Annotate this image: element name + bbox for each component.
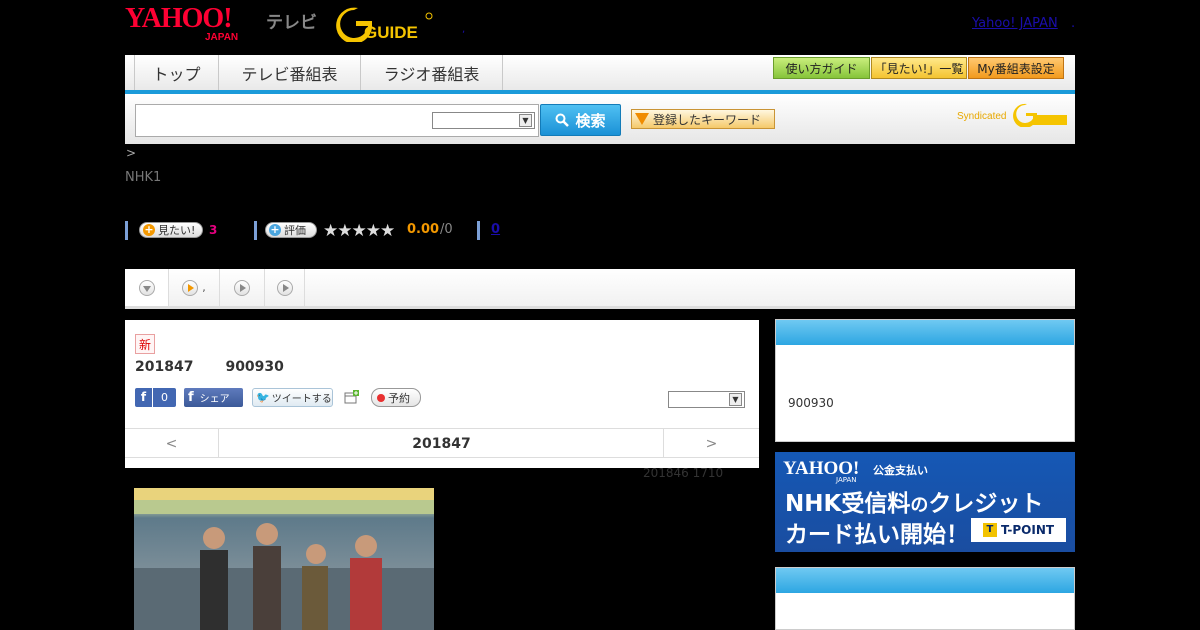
- nav-tab-radio-schedule[interactable]: ラジオ番組表: [361, 55, 503, 90]
- nhk-fee-banner[interactable]: YAHOO! JAPAN 公金支払い NHK受信料のクレジット カード払い開始！…: [775, 452, 1075, 552]
- sidebar-box-2: [775, 567, 1075, 630]
- tab-play-2[interactable]: [220, 269, 265, 306]
- divider: [477, 221, 480, 240]
- program-title: 201847 900930: [135, 359, 316, 375]
- play-circle-icon: [234, 279, 250, 296]
- divider: [254, 221, 257, 240]
- registered-keywords-label: 登録したキーワード: [653, 112, 762, 127]
- program-photo: [134, 488, 434, 630]
- banner-headline-2: カード払い開始！: [785, 522, 969, 548]
- twitter-bird-icon: 🐦: [256, 391, 270, 404]
- breadcrumb: >: [126, 146, 137, 160]
- next-episode-button[interactable]: >: [663, 429, 759, 458]
- tv-logo-text: テレビ: [266, 13, 317, 33]
- sidebar-box-header: [776, 320, 1074, 345]
- search-button[interactable]: 検索: [540, 104, 621, 136]
- tpoint-icon: T: [982, 523, 997, 537]
- triangle-down-icon: [635, 113, 649, 125]
- search-button-label: 検索: [575, 111, 606, 130]
- search-icon: [555, 113, 570, 127]
- chevron-down-icon: ▼: [729, 393, 742, 406]
- chevron-down-icon: ▼: [519, 114, 532, 127]
- search-bar: ▼ 検索 登録したキーワード Syndicated: [125, 94, 1075, 144]
- plus-icon: +: [143, 223, 155, 236]
- banner-headline-1c: クレジット: [928, 491, 1044, 517]
- search-category-select[interactable]: ▼: [432, 112, 535, 129]
- banner-japan-logo: JAPAN: [836, 476, 857, 484]
- review-label: 評価: [284, 224, 306, 237]
- nav-tab-tv-schedule[interactable]: テレビ番組表: [219, 55, 361, 90]
- divider: [125, 221, 128, 240]
- banner-subtitle: 公金支払い: [873, 464, 928, 477]
- facebook-share-button[interactable]: f シェア: [184, 388, 243, 407]
- gguide-small-logo-icon: [1013, 103, 1067, 127]
- cast-photo-image: [134, 488, 434, 630]
- want-label: 見たい!: [158, 224, 196, 237]
- japan-logo-text: JAPAN: [205, 32, 239, 43]
- tab-expand[interactable]: [125, 269, 169, 306]
- banner-headline-1: NHK受信料のクレジット: [785, 484, 1043, 518]
- program-detail-panel: 新 201847 900930 f 0 f シェア 🐦 ツイートする 予約 ▼ <…: [125, 320, 759, 468]
- gguide-logo-icon: GUIDE: [336, 7, 433, 44]
- episode-pager: < 201847 >: [125, 428, 759, 458]
- tab-play-1-label: ,: [202, 281, 206, 294]
- channel-name: NHK1: [125, 170, 162, 185]
- recorder-select[interactable]: ▼: [668, 391, 745, 408]
- review-button[interactable]: + 評価: [265, 222, 317, 238]
- prev-episode-button[interactable]: <: [125, 429, 219, 458]
- rating-count: /0: [440, 222, 453, 237]
- facebook-like-count: 0: [161, 391, 168, 404]
- program-tabs: ,: [125, 269, 1075, 309]
- want-count: 3: [209, 223, 218, 237]
- tab-play-1[interactable]: ,: [169, 269, 220, 306]
- comments-link[interactable]: 0: [491, 222, 500, 237]
- program-time: 900930: [225, 359, 284, 375]
- header-extra-link[interactable]: .: [1071, 16, 1075, 31]
- gguide-logo[interactable]: GUIDE: [334, 6, 434, 44]
- guide-button[interactable]: 使い方ガイド: [773, 57, 870, 79]
- facebook-like-button[interactable]: f 0: [135, 388, 176, 407]
- banner-headline-1b: の: [910, 495, 929, 516]
- record-dot-icon: [377, 393, 385, 402]
- want-list-button[interactable]: 「見たい!」一覧: [871, 57, 967, 79]
- new-badge: 新: [135, 334, 155, 354]
- reserve-label: 予約: [388, 391, 410, 405]
- tweet-button[interactable]: 🐦 ツイートする: [252, 388, 333, 407]
- plus-icon: +: [269, 223, 281, 236]
- facebook-icon: f: [135, 388, 153, 407]
- chevron-down-circle-icon: [138, 279, 155, 296]
- pager-date: 201847: [412, 435, 471, 452]
- facebook-icon: f: [188, 390, 194, 405]
- sidebar-box-2-header: [776, 568, 1074, 593]
- tpoint-label: T-POINT: [1000, 523, 1055, 537]
- reserve-button[interactable]: 予約: [371, 388, 421, 407]
- global-nav: トップ テレビ番組表 ラジオ番組表 使い方ガイド 「見たい!」一覧 My番組表設…: [125, 55, 1075, 94]
- tweet-label: ツイートする: [271, 394, 332, 405]
- calendar-add-icon[interactable]: [344, 389, 360, 405]
- tab-play-3[interactable]: [265, 269, 305, 306]
- want-button[interactable]: + 見たい!: [139, 222, 203, 238]
- play-circle-icon: [276, 279, 293, 296]
- broadcast-date-text: 201846 1710: [643, 466, 724, 480]
- rating-stars: ★★★★★: [323, 221, 395, 241]
- nav-tab-top[interactable]: トップ: [134, 55, 219, 90]
- banner-headline-1a: NHK受信料: [785, 491, 911, 517]
- sidebar-box-text: 900930: [788, 396, 834, 410]
- sidebar-box: 900930: [775, 319, 1075, 442]
- yahoo-logo-text: YAHOO!: [125, 3, 233, 34]
- header-dot: ,: [462, 24, 466, 35]
- gguide-logo-text: GUIDE: [364, 23, 418, 42]
- program-date: 201847: [135, 359, 194, 375]
- yahoo-japan-link[interactable]: Yahoo! JAPAN: [972, 16, 1058, 31]
- my-schedule-settings-button[interactable]: My番組表設定: [968, 57, 1064, 79]
- yahoo-japan-logo[interactable]: YAHOO! JAPAN: [125, 3, 263, 44]
- registered-keywords-button[interactable]: 登録したキーワード: [631, 109, 775, 129]
- facebook-share-label: シェア: [199, 394, 230, 405]
- rating-score: 0.00: [407, 222, 440, 237]
- tpoint-badge: T T-POINT: [971, 518, 1066, 542]
- syndicated-label: Syndicated: [957, 111, 1007, 122]
- play-circle-icon: [182, 279, 199, 296]
